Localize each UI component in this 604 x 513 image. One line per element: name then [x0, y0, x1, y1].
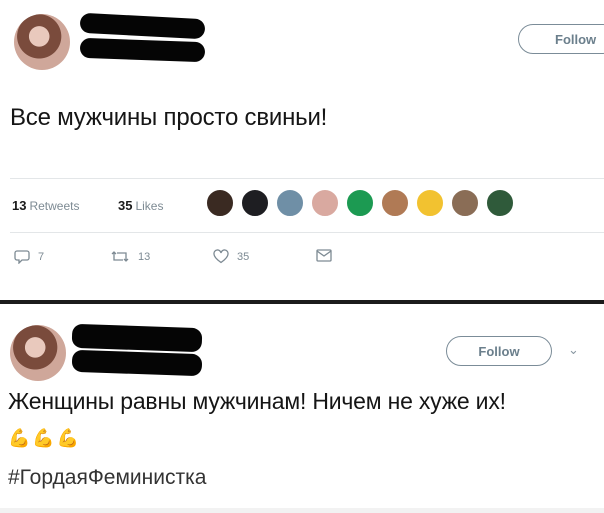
reply-action[interactable]: 7 — [14, 249, 44, 264]
retweet-action[interactable]: 13 — [110, 249, 150, 264]
retweets-count: 13 — [12, 198, 27, 213]
liker-avatar[interactable] — [485, 188, 515, 218]
like-action[interactable]: 35 — [213, 249, 249, 264]
liker-avatar[interactable] — [310, 188, 340, 218]
divider-line — [10, 232, 604, 233]
like-count: 35 — [237, 250, 250, 263]
follow-button[interactable]: Follow — [446, 336, 552, 366]
chevron-down-icon[interactable]: ⌄ — [568, 342, 579, 358]
redacted-name — [79, 12, 206, 40]
tweet-card-1: Follow Все мужчины просто свиньи! 13 Retw… — [0, 0, 604, 300]
likes-stat[interactable]: 35 Likes — [118, 198, 163, 213]
liker-avatar[interactable] — [345, 188, 375, 218]
muscle-emoji: 💪 — [32, 428, 55, 448]
avatar[interactable] — [14, 14, 70, 70]
retweets-stat[interactable]: 13 Retweets — [12, 198, 80, 213]
redacted-name — [71, 323, 203, 353]
envelope-icon — [316, 249, 332, 262]
retweets-label: Retweets — [29, 199, 80, 213]
emoji-row: 💪 💪 💪 — [8, 428, 81, 449]
tweet-text: Все мужчины просто свиньи! — [10, 104, 328, 131]
liker-avatar[interactable] — [275, 188, 305, 218]
likes-label: Likes — [135, 199, 164, 213]
liker-avatar[interactable] — [240, 188, 270, 218]
divider-line — [10, 178, 604, 179]
tweet-text: Женщины равны мужчинам! Ничем не хуже их… — [8, 388, 506, 414]
retweet-count: 13 — [138, 250, 151, 263]
avatar[interactable] — [10, 325, 66, 381]
redacted-handle — [71, 349, 203, 377]
retweet-icon — [111, 251, 129, 262]
liker-avatar[interactable] — [380, 188, 410, 218]
reply-count: 7 — [38, 250, 45, 263]
redacted-handle — [79, 37, 206, 63]
liker-avatar[interactable] — [415, 188, 445, 218]
follow-button[interactable]: Follow — [518, 24, 604, 54]
liker-avatar[interactable] — [450, 188, 480, 218]
likers-avatars — [205, 188, 520, 222]
message-action[interactable] — [316, 249, 340, 262]
hashtag-link[interactable]: #ГордаяФеминистка — [8, 466, 206, 490]
liker-avatar[interactable] — [205, 188, 235, 218]
heart-icon — [213, 249, 229, 264]
muscle-emoji: 💪 — [56, 428, 80, 448]
bottom-edge — [0, 508, 604, 513]
likes-count: 35 — [118, 198, 133, 213]
reply-icon — [14, 250, 30, 264]
muscle-emoji: 💪 — [8, 428, 31, 448]
